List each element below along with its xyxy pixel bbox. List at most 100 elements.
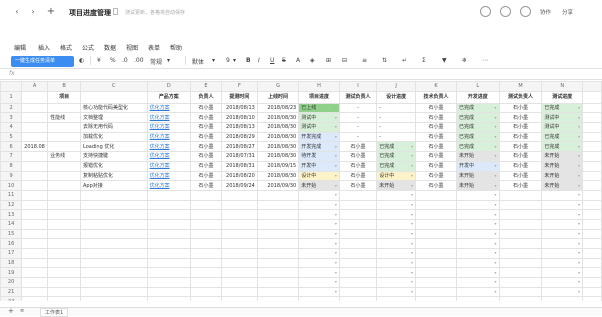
- status-cell[interactable]: 已完成 ▾: [541, 102, 584, 114]
- cell[interactable]: ▾: [298, 199, 340, 211]
- cell[interactable]: [256, 238, 300, 249]
- notification-icon[interactable]: [520, 6, 531, 17]
- cell[interactable]: [21, 199, 49, 211]
- cell[interactable]: ▾: [376, 238, 416, 249]
- chevron-down-icon[interactable]: ▾: [578, 133, 580, 141]
- chevron-down-icon[interactable]: ▾: [578, 124, 580, 132]
- decimal-decrease-button[interactable]: .0: [122, 57, 128, 64]
- cell[interactable]: [498, 199, 543, 211]
- cell[interactable]: [21, 112, 49, 124]
- menu-view[interactable]: 视图: [126, 43, 138, 52]
- cell[interactable]: 优化方案: [146, 141, 191, 153]
- cell[interactable]: -: [338, 102, 378, 114]
- cell[interactable]: [189, 189, 223, 201]
- plan-link[interactable]: 优化方案: [150, 134, 170, 140]
- chevron-down-icon[interactable]: ▾: [411, 182, 413, 190]
- cell[interactable]: 2018/08/29: [221, 131, 258, 143]
- cell[interactable]: ▾: [298, 286, 340, 298]
- cell[interactable]: [21, 151, 49, 162]
- cell[interactable]: [414, 277, 458, 288]
- cell[interactable]: [21, 160, 49, 172]
- border-icon[interactable]: ⊞: [326, 57, 331, 64]
- header-cell[interactable]: 测试负责人: [338, 90, 378, 104]
- freeze-icon[interactable]: ❄: [462, 57, 467, 64]
- cell[interactable]: 优化方案: [146, 122, 191, 133]
- cell[interactable]: [338, 189, 378, 201]
- formula-bar[interactable]: [0, 68, 602, 80]
- cell[interactable]: [582, 296, 602, 301]
- status-cell[interactable]: -: [376, 102, 416, 114]
- chevron-down-icon[interactable]: ▾: [411, 269, 413, 277]
- row-header[interactable]: 10: [0, 180, 23, 191]
- chevron-down-icon[interactable]: ▾: [167, 57, 170, 64]
- underline-button[interactable]: U: [270, 57, 274, 64]
- cell[interactable]: [80, 218, 148, 230]
- cell[interactable]: ▾: [456, 286, 500, 298]
- cell[interactable]: ▾: [456, 199, 500, 211]
- cell[interactable]: [80, 199, 148, 211]
- cell[interactable]: [47, 199, 82, 211]
- forward-icon[interactable]: ›: [28, 7, 38, 17]
- cell[interactable]: 加载优化: [80, 131, 148, 143]
- cell[interactable]: 石小墨: [414, 151, 458, 162]
- status-cell[interactable]: -: [376, 131, 416, 143]
- cell[interactable]: [221, 257, 258, 269]
- chevron-down-icon[interactable]: ▾: [495, 172, 497, 180]
- cell[interactable]: 石小墨: [414, 170, 458, 182]
- cell[interactable]: [21, 248, 49, 259]
- cell[interactable]: [338, 257, 378, 269]
- cell[interactable]: 优化方案: [146, 151, 191, 162]
- cell[interactable]: [47, 189, 82, 201]
- cell[interactable]: [80, 228, 148, 240]
- cell[interactable]: [498, 218, 543, 230]
- history-icon[interactable]: [500, 6, 511, 17]
- cell[interactable]: ▾: [376, 296, 416, 301]
- cell[interactable]: [221, 267, 258, 279]
- cell[interactable]: [582, 189, 602, 201]
- cell[interactable]: 文档整理: [80, 112, 148, 124]
- status-cell[interactable]: 开发中 ▾: [298, 160, 340, 172]
- cell[interactable]: 石小墨: [414, 112, 458, 124]
- row-header[interactable]: 19: [0, 267, 23, 279]
- chevron-down-icon[interactable]: ▾: [578, 172, 580, 180]
- cell[interactable]: 石小墨: [189, 112, 223, 124]
- align-left-icon[interactable]: ≡: [362, 57, 367, 64]
- row-header[interactable]: 1: [0, 90, 23, 104]
- cell[interactable]: [146, 277, 191, 288]
- cell[interactable]: [146, 238, 191, 249]
- cell[interactable]: [189, 238, 223, 249]
- cell[interactable]: [21, 277, 49, 288]
- chevron-down-icon[interactable]: ▾: [335, 104, 337, 112]
- chevron-down-icon[interactable]: ▾: [578, 288, 580, 296]
- cell[interactable]: [582, 209, 602, 220]
- cell[interactable]: ▾: [376, 248, 416, 259]
- chevron-down-icon[interactable]: ▾: [335, 191, 337, 199]
- cell[interactable]: [47, 277, 82, 288]
- chevron-down-icon[interactable]: ▾: [578, 201, 580, 209]
- cell[interactable]: [47, 286, 82, 298]
- cell[interactable]: [256, 257, 300, 269]
- cell[interactable]: ▾: [298, 189, 340, 201]
- cell[interactable]: [414, 218, 458, 230]
- cell[interactable]: [21, 122, 49, 133]
- cell[interactable]: ▾: [541, 228, 584, 240]
- cell[interactable]: 石小墨: [498, 151, 543, 162]
- cell[interactable]: 去除无用代码: [80, 122, 148, 133]
- cell[interactable]: [582, 151, 602, 162]
- chevron-down-icon[interactable]: ▾: [411, 143, 413, 151]
- cell[interactable]: ▾: [298, 257, 340, 269]
- cell[interactable]: 2018/08/10: [221, 112, 258, 124]
- cell[interactable]: [221, 189, 258, 201]
- chevron-down-icon[interactable]: ▾: [495, 143, 497, 151]
- cell[interactable]: ▾: [298, 238, 340, 249]
- column-header[interactable]: B: [47, 81, 82, 92]
- row-header[interactable]: 14: [0, 218, 23, 230]
- cell[interactable]: 性能线: [47, 112, 82, 124]
- sheet-table[interactable]: A B C D E F G H I J K L M N 1 项目 产品方案 负责…: [0, 81, 602, 301]
- chevron-down-icon[interactable]: ▾: [578, 298, 580, 301]
- chevron-down-icon[interactable]: ▾: [335, 124, 337, 132]
- plan-link[interactable]: 优化方案: [150, 173, 170, 179]
- cell[interactable]: -: [338, 131, 378, 143]
- chevron-down-icon[interactable]: ▾: [495, 240, 497, 248]
- chevron-down-icon[interactable]: ▾: [335, 162, 337, 170]
